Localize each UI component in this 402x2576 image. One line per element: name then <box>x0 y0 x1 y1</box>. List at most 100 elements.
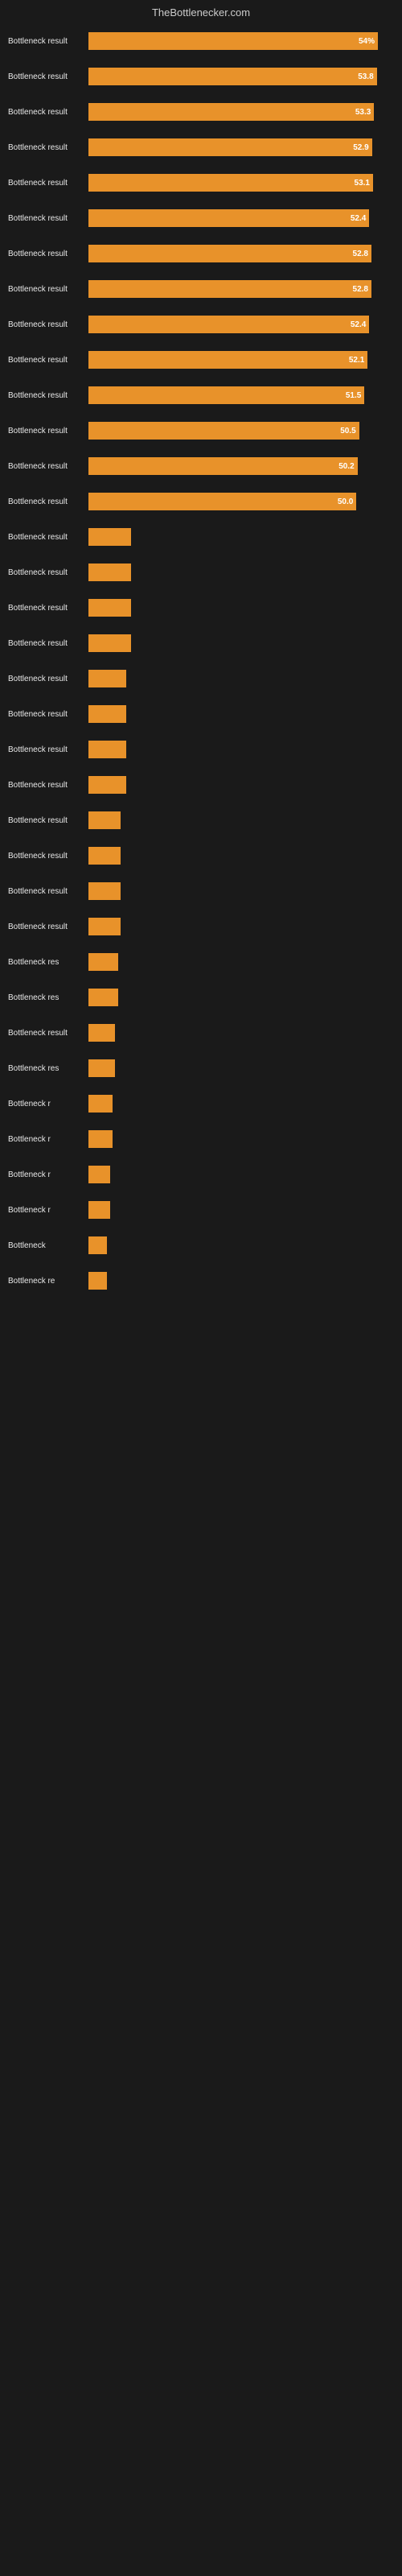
bar <box>88 811 121 829</box>
bar-wrapper: 53.8 <box>88 68 394 85</box>
bar-wrapper: 53.3 <box>88 103 394 121</box>
bar-wrapper: 50.5 <box>88 422 394 440</box>
bar-label: Bottleneck result <box>8 179 88 188</box>
bar-wrapper <box>88 1059 394 1077</box>
bar <box>88 953 118 971</box>
bar-label: Bottleneck res <box>8 1064 88 1073</box>
bar <box>88 918 121 935</box>
bar-wrapper <box>88 705 394 723</box>
bar-label: Bottleneck result <box>8 816 88 825</box>
bar-wrapper <box>88 1130 394 1148</box>
bar-row: Bottleneck re <box>8 1268 394 1294</box>
bar-label: Bottleneck res <box>8 993 88 1002</box>
bar-wrapper: 52.9 <box>88 138 394 156</box>
bar-value: 50.2 <box>338 462 354 471</box>
bar-label: Bottleneck result <box>8 604 88 613</box>
bar: 52.8 <box>88 280 371 298</box>
bar-row: Bottleneck result52.8 <box>8 276 394 302</box>
bar-label: Bottleneck result <box>8 710 88 719</box>
bar-wrapper <box>88 918 394 935</box>
bar-label: Bottleneck result <box>8 320 88 329</box>
bar-row: Bottleneck result52.9 <box>8 134 394 160</box>
bar-wrapper <box>88 564 394 581</box>
bar-value: 52.8 <box>353 250 368 258</box>
bar-value: 52.1 <box>349 356 364 365</box>
site-title: TheBottlenecker.com <box>152 6 250 19</box>
bar-wrapper <box>88 953 394 971</box>
bar: 52.9 <box>88 138 372 156</box>
bar <box>88 1059 115 1077</box>
bar <box>88 670 126 687</box>
bar: 52.1 <box>88 351 367 369</box>
bar: 52.4 <box>88 316 369 333</box>
bar-label: Bottleneck result <box>8 37 88 46</box>
bar-value: 52.9 <box>353 143 368 152</box>
bar <box>88 564 131 581</box>
bar: 50.0 <box>88 493 356 510</box>
bar-row: Bottleneck result52.4 <box>8 205 394 231</box>
bar-value: 53.8 <box>358 72 373 81</box>
bar-row: Bottleneck res <box>8 1055 394 1081</box>
bar-value: 53.3 <box>355 108 371 117</box>
bar-row: Bottleneck result 52.4 <box>8 312 394 337</box>
bar-wrapper: 52.4 <box>88 209 394 227</box>
bar <box>88 1272 107 1290</box>
bar <box>88 741 126 758</box>
bar-row: Bottleneck result <box>8 1020 394 1046</box>
bar-row: Bottleneck r <box>8 1091 394 1117</box>
bar-label: Bottleneck r <box>8 1206 88 1215</box>
bar-wrapper: 53.1 <box>88 174 394 192</box>
bar-label: Bottleneck res <box>8 958 88 967</box>
bar-label: Bottleneck result <box>8 285 88 294</box>
bar-value: 50.0 <box>338 497 353 506</box>
bar-row: Bottleneck r <box>8 1162 394 1187</box>
bar <box>88 882 121 900</box>
bar-row: Bottleneck result <box>8 701 394 727</box>
bar-wrapper: 50.0 <box>88 493 394 510</box>
bar-label: Bottleneck re <box>8 1277 88 1286</box>
bar: 53.3 <box>88 103 374 121</box>
bar-value: 52.4 <box>351 320 366 329</box>
bar-row: Bottleneck result <box>8 914 394 939</box>
bar-label: Bottleneck r <box>8 1170 88 1179</box>
chart-container: Bottleneck result54%Bottleneck result53.… <box>0 22 402 1310</box>
bar-row: Bottleneck result <box>8 878 394 904</box>
bar: 54% <box>88 32 378 50</box>
bar <box>88 528 131 546</box>
bar-row: Bottleneck result <box>8 595 394 621</box>
bar-row: Bottleneck result <box>8 807 394 833</box>
bar-wrapper: 52.4 <box>88 316 394 333</box>
bar-label: Bottleneck result <box>8 72 88 81</box>
bar-row: Bottleneck result54% <box>8 28 394 54</box>
bar <box>88 1236 107 1254</box>
bar-wrapper <box>88 1272 394 1290</box>
bar-label: Bottleneck result <box>8 745 88 754</box>
bar-row: Bottleneck result 50.2 <box>8 453 394 479</box>
bar-label: Bottleneck result <box>8 462 88 471</box>
bar: 52.4 <box>88 209 369 227</box>
bar-label: Bottleneck result <box>8 391 88 400</box>
bar-row: Bottleneck result51.5 <box>8 382 394 408</box>
bar-wrapper: 54% <box>88 32 394 50</box>
bar-row: Bottleneck result <box>8 524 394 550</box>
bar: 52.8 <box>88 245 371 262</box>
bar-label: Bottleneck result <box>8 250 88 258</box>
bar-wrapper <box>88 989 394 1006</box>
bar-row: Bottleneck result 50.0 <box>8 489 394 514</box>
bar-label: Bottleneck result <box>8 1029 88 1038</box>
bar-row: Bottleneck result50.5 <box>8 418 394 444</box>
bar-row: Bottleneck result <box>8 559 394 585</box>
site-header: TheBottlenecker.com <box>0 0 402 22</box>
bar <box>88 1095 113 1113</box>
bar-wrapper <box>88 599 394 617</box>
bar-wrapper <box>88 811 394 829</box>
bar: 53.1 <box>88 174 373 192</box>
bar-label: Bottleneck result <box>8 497 88 506</box>
bar-row: Bottleneck r <box>8 1197 394 1223</box>
bar-value: 53.1 <box>355 179 370 188</box>
bar <box>88 1166 110 1183</box>
bar-wrapper <box>88 634 394 652</box>
bar <box>88 989 118 1006</box>
bar <box>88 599 131 617</box>
bar-row: Bottleneck result <box>8 772 394 798</box>
